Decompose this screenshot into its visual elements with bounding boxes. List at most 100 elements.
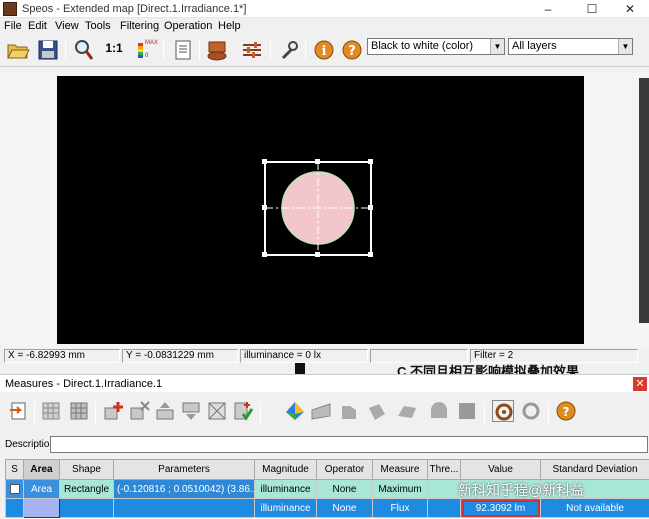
resize-handle[interactable] bbox=[368, 252, 373, 257]
description-row: Description: bbox=[0, 434, 649, 456]
menu-operation[interactable]: Operation bbox=[164, 20, 212, 32]
row-checkbox[interactable] bbox=[5, 498, 24, 518]
menu-tools[interactable]: Tools bbox=[85, 20, 111, 32]
colormap-select[interactable]: Black to white (color) ▼ bbox=[367, 38, 505, 55]
resize-handle[interactable] bbox=[368, 159, 373, 164]
col-magnitude[interactable]: Magnitude bbox=[254, 459, 317, 480]
cell-shape[interactable]: Rectangle bbox=[59, 479, 114, 499]
minimize-button[interactable]: – bbox=[528, 0, 568, 18]
layers-select-value: All layers bbox=[512, 40, 557, 52]
target-measure-icon[interactable] bbox=[492, 400, 514, 422]
col-operator[interactable]: Operator bbox=[316, 459, 373, 480]
col-area[interactable]: Area bbox=[23, 459, 60, 480]
measures-help-icon[interactable]: ? bbox=[555, 400, 577, 422]
cell-magnitude[interactable]: illuminance bbox=[254, 479, 317, 499]
fit-measure-icon[interactable] bbox=[206, 400, 228, 422]
background-window-strip bbox=[584, 72, 649, 348]
cell-parameters[interactable] bbox=[113, 498, 255, 518]
cell-threshold[interactable] bbox=[427, 498, 461, 518]
zoom-1-1-icon[interactable]: 1:1 bbox=[102, 38, 126, 62]
close-button[interactable]: ✕ bbox=[610, 0, 649, 18]
speos-app-icon bbox=[3, 2, 17, 16]
add-measure-icon[interactable] bbox=[102, 400, 124, 422]
cell-value: 92.3092 lm bbox=[460, 498, 541, 518]
status-x: X = -6.82993 mm bbox=[4, 349, 120, 363]
resize-handle[interactable] bbox=[262, 205, 267, 210]
colormap-select-value: Black to white (color) bbox=[371, 40, 474, 52]
resize-handle[interactable] bbox=[262, 159, 267, 164]
status-y: Y = -0.0831229 mm bbox=[122, 349, 238, 363]
export-measure-icon[interactable] bbox=[8, 400, 30, 422]
svg-text:i: i bbox=[322, 44, 327, 59]
bend-icon[interactable] bbox=[396, 400, 418, 422]
title-bar: Speos - Extended map [Direct.1.Irradianc… bbox=[0, 0, 649, 18]
save-icon[interactable] bbox=[36, 38, 60, 62]
zoom-icon[interactable] bbox=[72, 38, 96, 62]
menu-edit[interactable]: Edit bbox=[28, 20, 47, 32]
color-scale-icon[interactable]: MAX 0 bbox=[134, 38, 158, 62]
watermark-text: 新科知乎程@新科益 bbox=[458, 482, 585, 498]
help-icon[interactable]: ? bbox=[340, 38, 364, 62]
cell-operator[interactable]: None bbox=[316, 479, 373, 499]
move-down-icon[interactable] bbox=[180, 400, 202, 422]
table-row[interactable]: illuminance None Flux 92.3092 lm Not ava… bbox=[5, 498, 649, 518]
cell-threshold[interactable] bbox=[427, 479, 461, 499]
layers-select[interactable]: All layers ▼ bbox=[508, 38, 633, 55]
col-parameters[interactable]: Parameters bbox=[113, 459, 255, 480]
col-std-dev[interactable]: Standard Deviation bbox=[540, 459, 649, 480]
menu-file[interactable]: File bbox=[4, 20, 22, 32]
cell-shape[interactable] bbox=[59, 498, 114, 518]
color-diamond-icon[interactable] bbox=[284, 400, 306, 422]
menu-help[interactable]: Help bbox=[218, 20, 241, 32]
cell-operator[interactable]: None bbox=[316, 498, 373, 518]
cell-area[interactable] bbox=[23, 498, 60, 518]
maximize-button[interactable]: ☐ bbox=[572, 0, 612, 18]
col-threshold[interactable]: Thre... bbox=[427, 459, 461, 480]
shape-icon[interactable] bbox=[338, 400, 360, 422]
cell-measure[interactable]: Maximum bbox=[372, 479, 428, 499]
grid-add-icon[interactable] bbox=[68, 400, 90, 422]
menu-bar: File Edit View Tools Filtering Operation… bbox=[0, 18, 649, 35]
measures-close-button[interactable]: ✕ bbox=[633, 377, 647, 391]
menu-view[interactable]: View bbox=[55, 20, 79, 32]
validate-measure-icon[interactable] bbox=[232, 400, 254, 422]
resize-handle[interactable] bbox=[368, 205, 373, 210]
cell-measure[interactable]: Flux bbox=[372, 498, 428, 518]
refresh-measure-icon[interactable] bbox=[520, 400, 542, 422]
row-checkbox[interactable] bbox=[5, 479, 24, 499]
cylinder-icon[interactable] bbox=[428, 400, 450, 422]
table-header: S Area Shape Parameters Magnitude Operat… bbox=[5, 459, 649, 480]
resize-handle[interactable] bbox=[315, 252, 320, 257]
menu-filtering[interactable]: Filtering bbox=[120, 20, 159, 32]
info-icon[interactable]: i bbox=[312, 38, 336, 62]
grid-measure-icon[interactable] bbox=[40, 400, 62, 422]
resize-handle[interactable] bbox=[262, 252, 267, 257]
col-value[interactable]: Value bbox=[460, 459, 541, 480]
description-input[interactable] bbox=[50, 436, 648, 453]
move-up-icon[interactable] bbox=[154, 400, 176, 422]
cell-parameters[interactable]: (-0.120816 ; 0.0510042) (3.86... bbox=[113, 479, 255, 499]
svg-text:?: ? bbox=[563, 405, 570, 419]
layer-view-icon[interactable] bbox=[205, 38, 229, 62]
cell-magnitude[interactable]: illuminance bbox=[254, 498, 317, 518]
measures-title: Measures - Direct.1.Irradiance.1 bbox=[5, 378, 163, 390]
resize-handle[interactable] bbox=[315, 159, 320, 164]
measures-title-bar: Measures - Direct.1.Irradiance.1 ✕ bbox=[0, 374, 649, 392]
cell-area[interactable]: Area bbox=[23, 479, 60, 499]
delete-measure-icon[interactable] bbox=[128, 400, 150, 422]
tools-wrench-icon[interactable] bbox=[277, 38, 301, 62]
col-shape[interactable]: Shape bbox=[59, 459, 114, 480]
settings-sliders-icon[interactable] bbox=[240, 38, 264, 62]
main-toolbar: 1:1 MAX 0 i ? Black to white (color) ▼ A… bbox=[0, 35, 649, 67]
irradiance-map-canvas[interactable] bbox=[57, 76, 584, 344]
report-icon[interactable] bbox=[171, 38, 195, 62]
surface-icon[interactable] bbox=[310, 400, 332, 422]
profile-icon[interactable] bbox=[366, 400, 388, 422]
col-measure[interactable]: Measure bbox=[372, 459, 428, 480]
col-s[interactable]: S bbox=[5, 459, 24, 480]
scale-min-label: 0 bbox=[145, 53, 149, 59]
square-icon[interactable] bbox=[456, 400, 478, 422]
chevron-down-icon: ▼ bbox=[618, 39, 632, 54]
open-folder-icon[interactable] bbox=[6, 38, 30, 62]
cell-std-dev: Not available bbox=[540, 498, 649, 518]
